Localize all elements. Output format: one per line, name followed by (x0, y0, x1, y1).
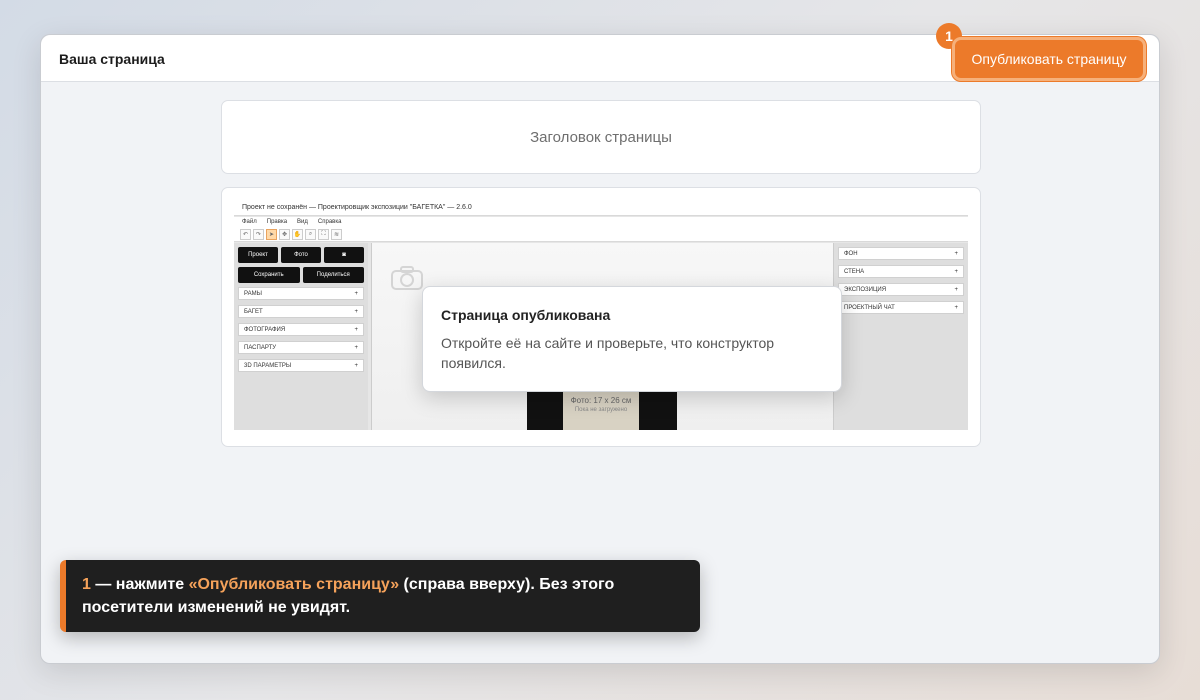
app-menu-item: Справка (317, 219, 342, 225)
section-label: ФОН (844, 250, 858, 257)
section-label: ПРОЕКТНЫЙ ЧАТ (844, 304, 895, 311)
zoom-icon: ⌕ (305, 229, 316, 240)
plus-icon: + (354, 344, 358, 351)
published-toast: Страница опубликована Откройте её на сай… (422, 286, 842, 392)
app-section-baguette: БАГЕТ + (238, 305, 364, 318)
window-title: Ваша страница (59, 51, 165, 67)
toast-title: Страница опубликована (441, 307, 611, 323)
publish-page-button[interactable]: Опубликовать страницу (955, 40, 1143, 78)
app-section-wall: СТЕНА + (838, 265, 964, 278)
frame-photo-sub: Пока не загружено (574, 407, 628, 413)
instruction-hint: 1 — нажмите «Опубликовать страницу» (спр… (60, 560, 700, 632)
camera-icon (391, 266, 423, 290)
fit-icon: ⛶ (318, 229, 329, 240)
plus-icon: + (354, 308, 358, 315)
toast-text: Откройте её на сайте и проверьте, что ко… (441, 335, 775, 371)
app-section-photo: ФОТОГРАФИЯ + (238, 323, 364, 336)
hint-dash: — нажмите (90, 576, 189, 593)
section-label: ПАСПАРТУ (244, 344, 277, 351)
plus-icon: + (954, 286, 958, 293)
plus-icon: + (354, 326, 358, 333)
app-save-button: Сохранить (238, 267, 300, 283)
app-menu-item: Вид (297, 219, 308, 225)
hint-highlight: «Опубликовать страницу» (188, 576, 400, 593)
section-label: ФОТОГРАФИЯ (244, 326, 286, 333)
plus-icon: + (954, 250, 958, 257)
app-section-background: ФОН + (838, 247, 964, 260)
app-titlebar: Проект не сохранён — Проектировщик экспо… (234, 200, 968, 216)
app-menu-item: Правка (266, 219, 288, 225)
section-label: РАМЫ (244, 290, 262, 297)
plus-icon: + (954, 304, 958, 311)
section-label: БАГЕТ (244, 308, 263, 315)
app-photo-button: Фото (281, 247, 321, 263)
app-right-panel: ФОН + СТЕНА + ЭКСПОЗИЦИЯ + ПРОЕКТНЫЙ ЧАТ + (834, 243, 968, 430)
plus-icon: + (354, 290, 358, 297)
frame-photo-label: Фото: 17 x 26 см (570, 396, 632, 405)
plus-icon: + (954, 268, 958, 275)
app-toolbar: ↶ ↷ ➤ ✥ ✋ ⌕ ⛶ ≋ (234, 228, 968, 242)
undo-icon: ↶ (240, 229, 251, 240)
editor-window: Ваша страница 1 Опубликовать страницу За… (40, 23, 1160, 664)
page-title-block[interactable]: Заголовок страницы (221, 100, 981, 174)
pointer-icon: ➤ (266, 229, 277, 240)
app-section-frames: РАМЫ + (238, 287, 364, 300)
app-menu-item: Файл (242, 219, 257, 225)
app-section-3d: 3D ПАРАМЕТРЫ + (238, 359, 364, 372)
move-icon: ✥ (279, 229, 290, 240)
app-project-button: Проект (238, 247, 278, 263)
section-label: 3D ПАРАМЕТРЫ (244, 362, 292, 369)
frame-photo-area: Фото: 17 x 26 см Пока не загружено (563, 389, 639, 430)
app-section-project-chat: ПРОЕКТНЫЙ ЧАТ + (838, 301, 964, 314)
section-label: ЭКСПОЗИЦИЯ (844, 286, 887, 293)
layers-icon: ≋ (331, 229, 342, 240)
camera-icon: ◙ (324, 247, 364, 263)
plus-icon: + (354, 362, 358, 369)
section-label: СТЕНА (844, 268, 865, 275)
app-left-panel: Проект Фото ◙ Сохранить Поделиться РАМЫ +… (234, 243, 368, 430)
app-section-exposition: ЭКСПОЗИЦИЯ + (838, 283, 964, 296)
hint-step-number: 1 (82, 576, 91, 593)
window-header: Ваша страница 1 Опубликовать страницу (41, 23, 1159, 82)
redo-icon: ↷ (253, 229, 264, 240)
app-menubar: Файл Правка Вид Справка (234, 217, 968, 228)
app-share-button: Поделиться (302, 267, 364, 283)
hand-icon: ✋ (292, 229, 303, 240)
app-section-passepartout: ПАСПАРТУ + (238, 341, 364, 354)
